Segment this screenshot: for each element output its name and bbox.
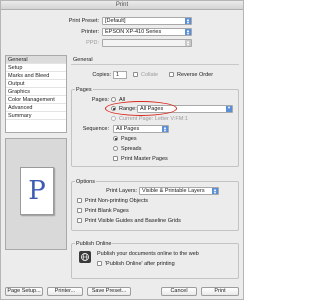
sidebar-item-summary[interactable]: Summary xyxy=(6,112,66,120)
pages-all-radio[interactable] xyxy=(111,97,116,102)
master-pages-label: Print Master Pages xyxy=(121,156,168,162)
publish-online-message: Publish your documents online to the web xyxy=(97,251,199,257)
sidebar-item-general[interactable]: General xyxy=(6,56,66,64)
print-layers-select[interactable]: Visible & Printable Layers ▲ ▼ xyxy=(139,187,219,195)
options-group-label: Options xyxy=(75,179,96,185)
page-setup-button[interactable]: Page Setup... xyxy=(5,287,43,296)
printer-select[interactable]: EPSON XP-410 Series ▲ ▼ xyxy=(102,28,192,36)
printer-label: Printer: xyxy=(81,29,99,35)
non-printing-objects-label: Print Non-printing Objects xyxy=(85,198,148,204)
sequence-value: All Pages xyxy=(116,126,140,132)
preview-glyph: P xyxy=(28,176,46,206)
sidebar-item-graphics[interactable]: Graphics xyxy=(6,88,66,96)
pages-group-label: Pages xyxy=(75,87,93,93)
printer-button[interactable]: Printer... xyxy=(47,287,83,296)
print-preset-select[interactable]: [Default] ▲ ▼ xyxy=(102,17,192,25)
blank-pages-checkbox[interactable] xyxy=(77,208,82,213)
reverse-order-checkbox[interactable] xyxy=(169,72,174,77)
cancel-button[interactable]: Cancel xyxy=(161,287,197,296)
general-panel: General Copies: 1 Collate Reverse Order … xyxy=(71,55,241,297)
current-page-label: Current Page: Letter V:FM:1 xyxy=(119,116,188,122)
print-dialog: Print Print Preset: [Default] ▲ ▼ Printer… xyxy=(0,0,244,300)
non-printing-objects-checkbox[interactable] xyxy=(77,198,82,203)
sidebar-item-color-management[interactable]: Color Management xyxy=(6,96,66,104)
sidebar-item-output[interactable]: Output xyxy=(6,80,66,88)
print-button[interactable]: Print xyxy=(201,287,239,296)
copies-input[interactable]: 1 xyxy=(113,71,127,79)
publish-after-printing-checkbox[interactable] xyxy=(97,261,102,266)
preview-page: P xyxy=(20,167,54,215)
print-preset-value: [Default] xyxy=(105,18,126,24)
sequence-label: Sequence: xyxy=(82,126,109,132)
copies-label: Copies: xyxy=(92,72,111,78)
publish-after-printing-label: 'Publish Online' after printing xyxy=(105,261,175,267)
spreads-mode-radio[interactable] xyxy=(113,146,118,151)
current-page-radio[interactable] xyxy=(111,116,116,121)
reverse-order-label: Reverse Order xyxy=(177,72,214,78)
save-preset-button[interactable]: Save Preset... xyxy=(87,287,131,296)
pages-label: Pages: xyxy=(91,97,109,103)
section-title-general: General xyxy=(73,57,93,63)
collate-label: Collate xyxy=(141,72,159,78)
select-arrows-icon: ▼ xyxy=(226,105,232,112)
sequence-select[interactable]: All Pages ▲ ▼ xyxy=(113,125,169,133)
select-arrows-icon: ▲ ▼ xyxy=(212,187,218,195)
spreads-mode-label: Spreads xyxy=(121,146,142,152)
print-layers-value: Visible & Printable Layers xyxy=(142,188,205,194)
publish-online-icon xyxy=(79,251,91,263)
window-title: Print xyxy=(1,1,243,10)
category-list: General Setup Marks and Bleed Output Gra… xyxy=(5,55,67,133)
print-layers-label: Print Layers: xyxy=(106,188,137,194)
divider xyxy=(71,64,239,65)
sidebar-item-setup[interactable]: Setup xyxy=(6,64,66,72)
pages-mode-label: Pages xyxy=(121,136,137,142)
master-pages-checkbox[interactable] xyxy=(113,156,118,161)
sidebar-item-marks-and-bleed[interactable]: Marks and Bleed xyxy=(6,72,66,80)
print-preset-label: Print Preset: xyxy=(68,18,99,24)
print-preview: P xyxy=(5,138,67,250)
ppd-label: PPD: xyxy=(86,40,99,46)
range-highlight-ring xyxy=(105,101,177,116)
globe-icon xyxy=(81,253,89,261)
blank-pages-label: Print Blank Pages xyxy=(85,208,129,214)
publish-online-group-label: Publish Online xyxy=(75,241,113,247)
sidebar-item-advanced[interactable]: Advanced xyxy=(6,104,66,112)
ppd-select: ▲ ▼ xyxy=(102,39,192,47)
collate-checkbox[interactable] xyxy=(133,72,138,77)
pages-mode-radio[interactable] xyxy=(113,136,118,141)
select-arrows-icon: ▲ ▼ xyxy=(185,28,191,36)
visible-guides-label: Print Visible Guides and Baseline Grids xyxy=(85,218,181,224)
select-arrows-icon: ▲ ▼ xyxy=(185,39,191,47)
select-arrows-icon: ▲ ▼ xyxy=(162,125,168,133)
printer-value: EPSON XP-410 Series xyxy=(105,29,162,35)
select-arrows-icon: ▲ ▼ xyxy=(185,17,191,25)
visible-guides-checkbox[interactable] xyxy=(77,218,82,223)
